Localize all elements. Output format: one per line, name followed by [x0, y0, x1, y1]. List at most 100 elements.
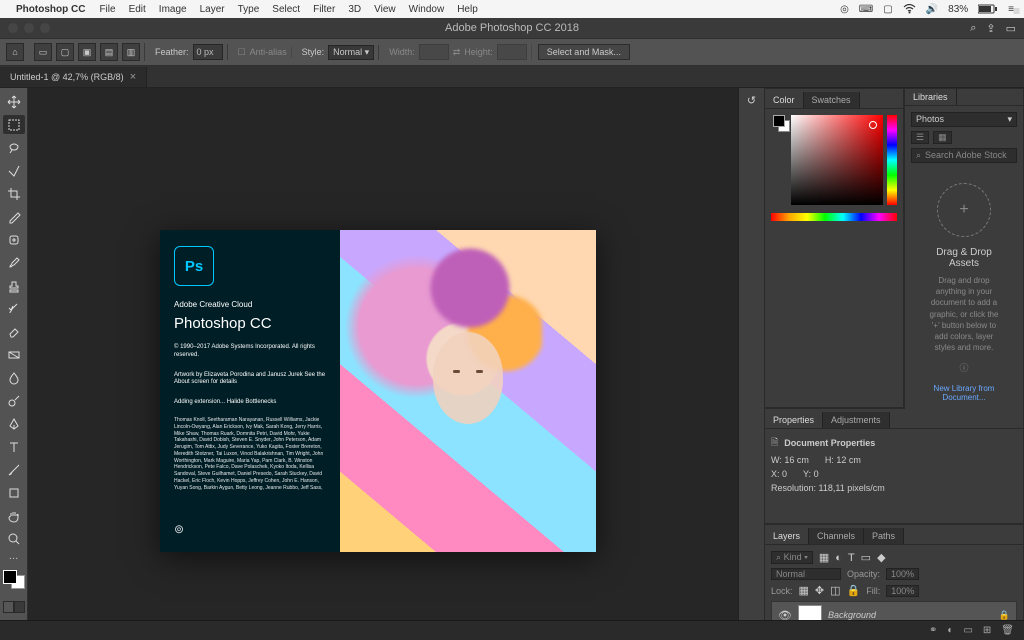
panel-menu-icon[interactable]: ≡ — [1013, 4, 1020, 18]
library-select[interactable]: Photos▾ — [911, 112, 1017, 127]
volume-icon[interactable]: 🔊 — [926, 4, 938, 15]
crop-tool-icon[interactable] — [3, 184, 25, 203]
spectrum-ramp[interactable] — [771, 213, 897, 221]
lib-view-list-icon[interactable]: ☰ — [911, 131, 929, 144]
opacity-field[interactable]: 100% — [886, 568, 919, 580]
lasso-tool-icon[interactable] — [3, 138, 25, 157]
menu-type[interactable]: Type — [238, 4, 260, 15]
search-icon[interactable]: ⌕ — [970, 22, 976, 35]
footer-new-icon[interactable]: ⊞ — [983, 625, 991, 636]
hue-slider[interactable] — [887, 115, 897, 205]
history-brush-tool-icon[interactable] — [3, 299, 25, 318]
footer-mask-icon[interactable]: ▭ — [963, 625, 972, 636]
filter-smart-icon[interactable]: ◆ — [877, 551, 885, 564]
menu-edit[interactable]: Edit — [129, 4, 146, 15]
color-field[interactable] — [791, 115, 883, 205]
minimize-window-button[interactable] — [24, 23, 34, 33]
gradient-tool-icon[interactable] — [3, 345, 25, 364]
marquee-tool-icon[interactable] — [3, 115, 25, 134]
lib-view-grid-icon[interactable]: ▦ — [933, 131, 952, 144]
wifi-icon[interactable] — [903, 4, 916, 14]
footer-trash-icon[interactable]: 🗑 — [1001, 625, 1014, 636]
tab-libraries[interactable]: Libraries — [905, 89, 957, 105]
lock-artboard-icon[interactable]: ◫ — [830, 584, 840, 597]
lock-position-icon[interactable]: ✥ — [815, 584, 824, 597]
tab-paths[interactable]: Paths — [864, 528, 904, 544]
menu-image[interactable]: Image — [159, 4, 187, 15]
filter-type-icon[interactable]: T — [848, 552, 855, 564]
tab-color[interactable]: Color — [765, 92, 804, 108]
stamp-tool-icon[interactable] — [3, 276, 25, 295]
menu-file[interactable]: File — [99, 4, 115, 15]
blend-mode-select[interactable]: Normal — [771, 568, 841, 580]
eraser-tool-icon[interactable] — [3, 322, 25, 341]
style-select[interactable]: Normal ▾ — [328, 45, 374, 60]
app-menu[interactable]: Photoshop CC — [10, 4, 85, 15]
selection-intersect-icon[interactable]: ▥ — [122, 43, 140, 61]
filter-image-icon[interactable]: ▦ — [819, 551, 829, 564]
dodge-tool-icon[interactable] — [3, 391, 25, 410]
pen-tool-icon[interactable] — [3, 414, 25, 433]
close-window-button[interactable] — [8, 23, 18, 33]
footer-fx-icon[interactable]: ◐ — [947, 625, 953, 636]
menu-help[interactable]: Help — [457, 4, 478, 15]
layer-filter-select[interactable]: ⌕ Kind ▾ — [771, 551, 813, 564]
info-icon[interactable]: ⓘ — [925, 361, 1003, 374]
fill-field[interactable]: 100% — [886, 585, 919, 597]
drop-target-icon[interactable] — [937, 183, 991, 237]
selection-new-icon[interactable]: ▢ — [56, 43, 74, 61]
keyboard-icon[interactable]: ⌨ — [859, 4, 873, 15]
path-tool-icon[interactable] — [3, 460, 25, 479]
canvas-area[interactable]: Ps Adobe Creative Cloud Photoshop CC © 1… — [28, 88, 738, 640]
menu-select[interactable]: Select — [272, 4, 300, 15]
share-icon[interactable]: ⇪ — [986, 22, 995, 35]
tab-swatches[interactable]: Swatches — [804, 92, 860, 108]
anti-alias-checkbox[interactable]: ☐ — [238, 47, 246, 58]
lock-pixels-icon[interactable]: ▦ — [799, 584, 809, 597]
airplay-icon[interactable]: ▢ — [883, 4, 892, 15]
menu-layer[interactable]: Layer — [200, 4, 225, 15]
swap-icon[interactable]: ⇄ — [453, 47, 461, 58]
lock-all-icon[interactable]: 🔒 — [847, 584, 861, 597]
filter-adjust-icon[interactable]: ◐ — [835, 552, 842, 564]
menu-3d[interactable]: 3D — [348, 4, 361, 15]
tab-adjustments[interactable]: Adjustments — [823, 412, 890, 428]
type-tool-icon[interactable] — [3, 437, 25, 456]
cc-badge-icon[interactable]: ◎ — [840, 4, 849, 15]
close-tab-icon[interactable]: × — [130, 71, 136, 83]
document-tab[interactable]: Untitled-1 @ 42,7% (RGB/8) × — [0, 67, 147, 87]
eyedropper-tool-icon[interactable] — [3, 207, 25, 226]
workspace-icon[interactable]: ▭ — [1006, 22, 1016, 35]
fg-bg-swatches[interactable] — [773, 115, 787, 129]
move-tool-icon[interactable] — [3, 92, 25, 111]
footer-link-icon[interactable]: ⚭ — [929, 625, 937, 636]
hand-tool-icon[interactable] — [3, 506, 25, 525]
tab-channels[interactable]: Channels — [809, 528, 864, 544]
menu-view[interactable]: View — [374, 4, 396, 15]
home-icon[interactable]: ⌂ — [6, 43, 24, 61]
quickselect-tool-icon[interactable] — [3, 161, 25, 180]
new-library-link[interactable]: New Library from Document... — [925, 384, 1003, 402]
selection-subtract-icon[interactable]: ▤ — [100, 43, 118, 61]
width-field[interactable] — [419, 44, 449, 60]
quickmask-toggle[interactable] — [3, 601, 25, 613]
feather-field[interactable]: 0 px — [193, 44, 223, 60]
selection-add-icon[interactable]: ▣ — [78, 43, 96, 61]
zoom-tool-icon[interactable] — [3, 529, 25, 548]
tab-properties[interactable]: Properties — [765, 412, 823, 428]
marquee-preset-icon[interactable]: ▭ — [34, 43, 52, 61]
tab-layers[interactable]: Layers — [765, 528, 809, 544]
shape-tool-icon[interactable] — [3, 483, 25, 502]
healing-tool-icon[interactable] — [3, 230, 25, 249]
menu-filter[interactable]: Filter — [313, 4, 335, 15]
color-swatches-tool[interactable] — [3, 570, 25, 589]
collapsed-history-icon[interactable]: ↺ — [747, 94, 756, 107]
library-search-input[interactable]: ⌕Search Adobe Stock — [911, 148, 1017, 163]
brush-tool-icon[interactable] — [3, 253, 25, 272]
select-and-mask-button[interactable]: Select and Mask... — [538, 44, 630, 60]
zoom-window-button[interactable] — [40, 23, 50, 33]
layer-name[interactable]: Background — [828, 610, 876, 620]
filter-shape-icon[interactable]: ▭ — [861, 551, 871, 564]
menu-window[interactable]: Window — [409, 4, 445, 15]
battery-icon[interactable] — [978, 4, 998, 14]
